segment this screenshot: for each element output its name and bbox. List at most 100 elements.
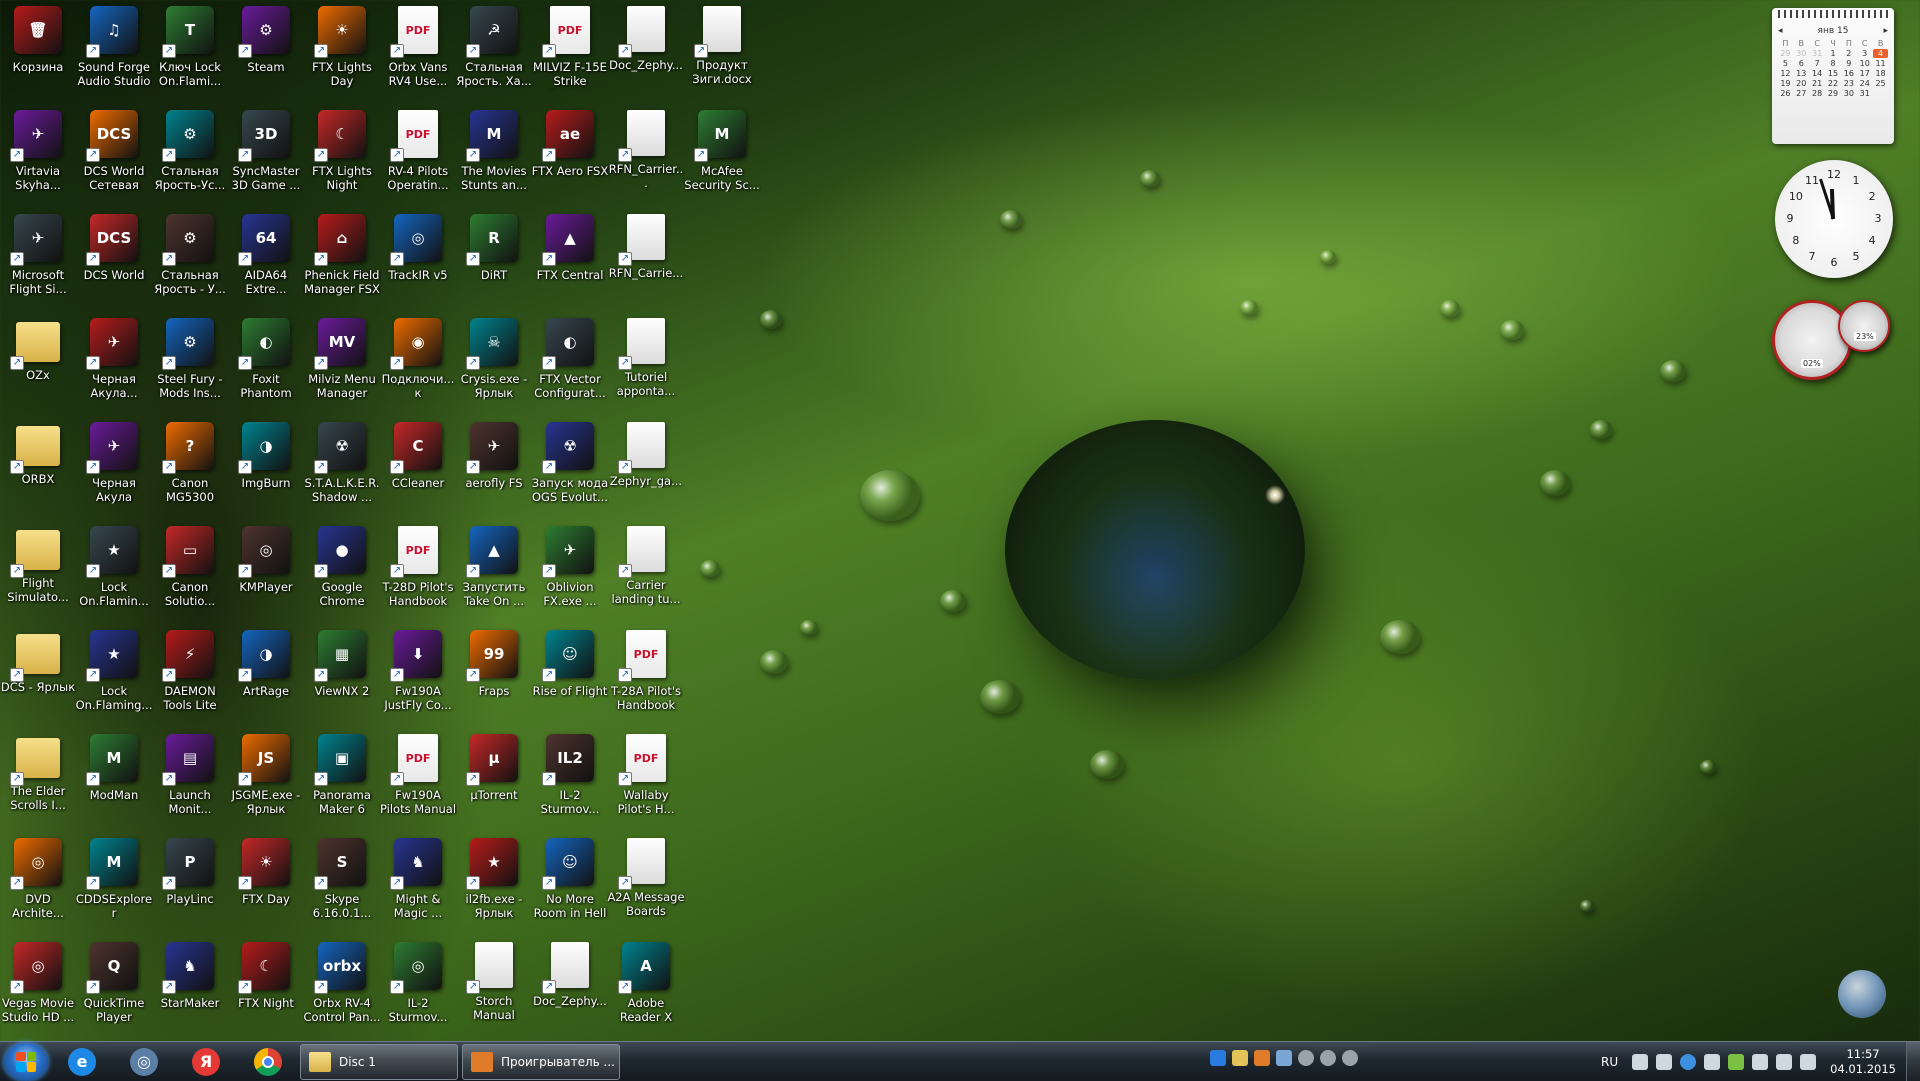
desktop-icon[interactable]: T ↗ Ключ Lock On.Flami...: [152, 0, 228, 104]
desktop-icon[interactable]: ↗ Tutoriel apponta...: [608, 312, 684, 416]
calendar-day[interactable]: 31: [1857, 89, 1872, 98]
calendar-day[interactable]: [1873, 89, 1888, 98]
calendar-day[interactable]: 17: [1857, 69, 1872, 78]
desktop-icon[interactable]: ⌂ ↗ Phenick Field Manager FSX: [304, 208, 380, 312]
desktop-icon[interactable]: Q ↗ QuickTime Player: [76, 936, 152, 1040]
calendar-day[interactable]: 27: [1794, 89, 1809, 98]
desktop-icon[interactable]: ◎ ↗ DVD Archite...: [0, 832, 76, 936]
calendar-day[interactable]: 29: [1826, 89, 1841, 98]
desktop-icon[interactable]: 3D ↗ SyncMaster 3D Game ...: [228, 104, 304, 208]
calendar-day[interactable]: 5: [1778, 59, 1793, 68]
desktop-icon[interactable]: ✈ ↗ Virtavia Skyha...: [0, 104, 76, 208]
pinned-chrome[interactable]: [240, 1043, 296, 1081]
desktop-icon[interactable]: ☀ ↗ FTX Lights Day: [304, 0, 380, 104]
desktop-icon[interactable]: ◎ ↗ IL-2 Sturmov...: [380, 936, 456, 1040]
desktop-icon[interactable]: ★ ↗ Lock On.Flamin...: [76, 520, 152, 624]
ram-meter-gadget[interactable]: 23%: [1838, 300, 1890, 352]
start-button[interactable]: [4, 1042, 48, 1081]
desktop-icon[interactable]: ☾ ↗ FTX Night: [228, 936, 304, 1040]
calendar-day[interactable]: 24: [1857, 79, 1872, 88]
desktop-icon[interactable]: ☭ ↗ Стальная Ярость. Ха...: [456, 0, 532, 104]
desktop-icon[interactable]: ◎ ↗ KMPlayer: [228, 520, 304, 624]
calendar-gadget[interactable]: ◂ янв 15 ▸ П В С Ч П С В 29 30 31 1 2 3 4 5 6 7 8 9 10 11 12 13 1…: [1772, 8, 1894, 144]
desktop-icon[interactable]: PDF ↗ T-28D Pilot's Handbook: [380, 520, 456, 624]
cal-prev-icon[interactable]: ◂: [1778, 26, 1783, 36]
desktop-icon[interactable]: ⚙ ↗ Стальная Ярость - У...: [152, 208, 228, 312]
desktop-icon[interactable]: ✈ ↗ aerofly FS: [456, 416, 532, 520]
desktop-icon[interactable]: ♞ ↗ Might & Magic ...: [380, 832, 456, 936]
desktop-icon[interactable]: S ↗ Skype 6.16.0.1...: [304, 832, 380, 936]
desktop-icon[interactable]: ↗ Doc_Zephy...: [532, 936, 608, 1040]
task-player[interactable]: Проигрыватель ...: [462, 1043, 620, 1080]
desktop-icon[interactable]: ▲ ↗ Запустить Take On ...: [456, 520, 532, 624]
language-indicator[interactable]: RU: [1601, 1055, 1618, 1069]
drive-small-icon[interactable]: [1298, 1050, 1314, 1066]
desktop-icon[interactable]: ♫ ↗ Sound Forge Audio Studio: [76, 0, 152, 104]
flag-icon[interactable]: [1776, 1054, 1793, 1070]
cpu-meter-gadget[interactable]: 02%: [1772, 300, 1852, 380]
desktop-icon[interactable]: ▦ ↗ ViewNX 2: [304, 624, 380, 728]
desktop-icon[interactable]: ↗ DCS - Ярлык: [0, 624, 76, 728]
desktop-icon[interactable]: PDF ↗ Fw190A Pilots Manual: [380, 728, 456, 832]
desktop-icon[interactable]: ● ↗ Google Chrome: [304, 520, 380, 624]
calendar-day[interactable]: 7: [1810, 59, 1825, 68]
app-tray-icon[interactable]: [1728, 1054, 1745, 1070]
desktop-icon[interactable]: ⚙ ↗ Стальная Ярость-Ус...: [152, 104, 228, 208]
desktop-icon[interactable]: ▭ ↗ Canon Solutio...: [152, 520, 228, 624]
calendar-day[interactable]: 25: [1873, 79, 1888, 88]
calendar-day[interactable]: 18: [1873, 69, 1888, 78]
desktop-icon[interactable]: PDF ↗ Wallaby Pilot's H...: [608, 728, 684, 832]
desktop-icon[interactable]: ↗ ORBX: [0, 416, 76, 520]
pinned-media[interactable]: ◎: [116, 1043, 172, 1081]
desktop-icon[interactable]: ◉↗Подключи... к интернет...: [380, 312, 456, 416]
desktop-icon[interactable]: PDF ↗ RV-4 Pilots Operatin...: [380, 104, 456, 208]
show-desktop-button[interactable]: [1906, 1042, 1920, 1081]
desktop-icon[interactable]: ▤ ↗ Launch Monit...: [152, 728, 228, 832]
desktop-icon[interactable]: 🗑 Корзина: [0, 0, 76, 104]
desktop-icon[interactable]: ↗ Zephyr_ga...: [608, 416, 684, 520]
desktop-icon[interactable]: ae ↗ FTX Aero FSX: [532, 104, 608, 208]
volume-icon[interactable]: [1752, 1054, 1769, 1070]
calendar-day[interactable]: 29: [1778, 49, 1793, 58]
display-icon[interactable]: [1656, 1054, 1673, 1070]
desktop-icon[interactable]: ◐ ↗ FTX Vector Configurat...: [532, 312, 608, 416]
desktop-icon[interactable]: ◎ ↗ Vegas Movie Studio HD ...: [0, 936, 76, 1040]
desktop-icon[interactable]: 99 ↗ Fraps: [456, 624, 532, 728]
player-small-icon[interactable]: [1254, 1050, 1270, 1066]
desktop-icon[interactable]: ◎ ↗ TrackIR v5: [380, 208, 456, 312]
calendar-day[interactable]: 28: [1810, 89, 1825, 98]
desktop-icon[interactable]: ↗ OZx: [0, 312, 76, 416]
desktop-icon[interactable]: ↗ RFN_Carrier...: [608, 104, 684, 208]
desktop-icon[interactable]: A ↗ Adobe Reader X: [608, 936, 684, 1040]
desktop-icon[interactable]: MV ↗ Milviz Menu Manager: [304, 312, 380, 416]
desktop-icon[interactable]: ☺ ↗ No More Room in Hell: [532, 832, 608, 936]
clock-gadget[interactable]: 12 1 2 3 4 5 6 7 8 9 10 11: [1775, 160, 1893, 278]
desktop-icon[interactable]: ⚙ ↗ Steel Fury - Mods Ins...: [152, 312, 228, 416]
calendar-day[interactable]: 1: [1826, 49, 1841, 58]
desktop-icon[interactable]: ✈ ↗ Черная Акула: [76, 416, 152, 520]
desktop-icon[interactable]: PDF↗ MILVIZ F-15E Strike Eagle...: [532, 0, 608, 104]
calendar-day[interactable]: 4: [1873, 49, 1888, 58]
desktop-icon[interactable]: ⚡ ↗ DAEMON Tools Lite: [152, 624, 228, 728]
drive-small-icon[interactable]: [1320, 1050, 1336, 1066]
desktop-icon[interactable]: ↗ Doc_Zephy...: [608, 0, 684, 104]
calendar-day[interactable]: 10: [1857, 59, 1872, 68]
desktop-icon[interactable]: ✈ ↗ Microsoft Flight Si...: [0, 208, 76, 312]
calendar-day[interactable]: 9: [1841, 59, 1856, 68]
desktop-icon[interactable]: ?↗Canon MG5300 ser...: [152, 416, 228, 520]
desktop-icon[interactable]: ↗ Storch Manual: [456, 936, 532, 1040]
calendar-day[interactable]: 31: [1810, 49, 1825, 58]
desktop-icon[interactable]: ↗ The Elder Scrolls I...: [0, 728, 76, 832]
calendar-day[interactable]: 14: [1810, 69, 1825, 78]
desktop-icon[interactable]: ☢ ↗ S.T.A.L.K.E.R. Shadow ...: [304, 416, 380, 520]
pinned-yandex[interactable]: Я: [178, 1043, 234, 1081]
desktop-icon[interactable]: ⬇ ↗ Fw190A JustFly Co...: [380, 624, 456, 728]
desktop-icon[interactable]: R ↗ DiRT: [456, 208, 532, 312]
calendar-day[interactable]: 12: [1778, 69, 1793, 78]
calendar-day[interactable]: 16: [1841, 69, 1856, 78]
desktop-icon[interactable]: P ↗ PlayLinc: [152, 832, 228, 936]
drive-small-icon[interactable]: [1342, 1050, 1358, 1066]
desktop-icon[interactable]: ↗ Flight Simulato...: [0, 520, 76, 624]
desktop-icon[interactable]: M ↗ The Movies Stunts an...: [456, 104, 532, 208]
desktop-icon[interactable]: ↗ RFN_Carrie...: [608, 208, 684, 312]
